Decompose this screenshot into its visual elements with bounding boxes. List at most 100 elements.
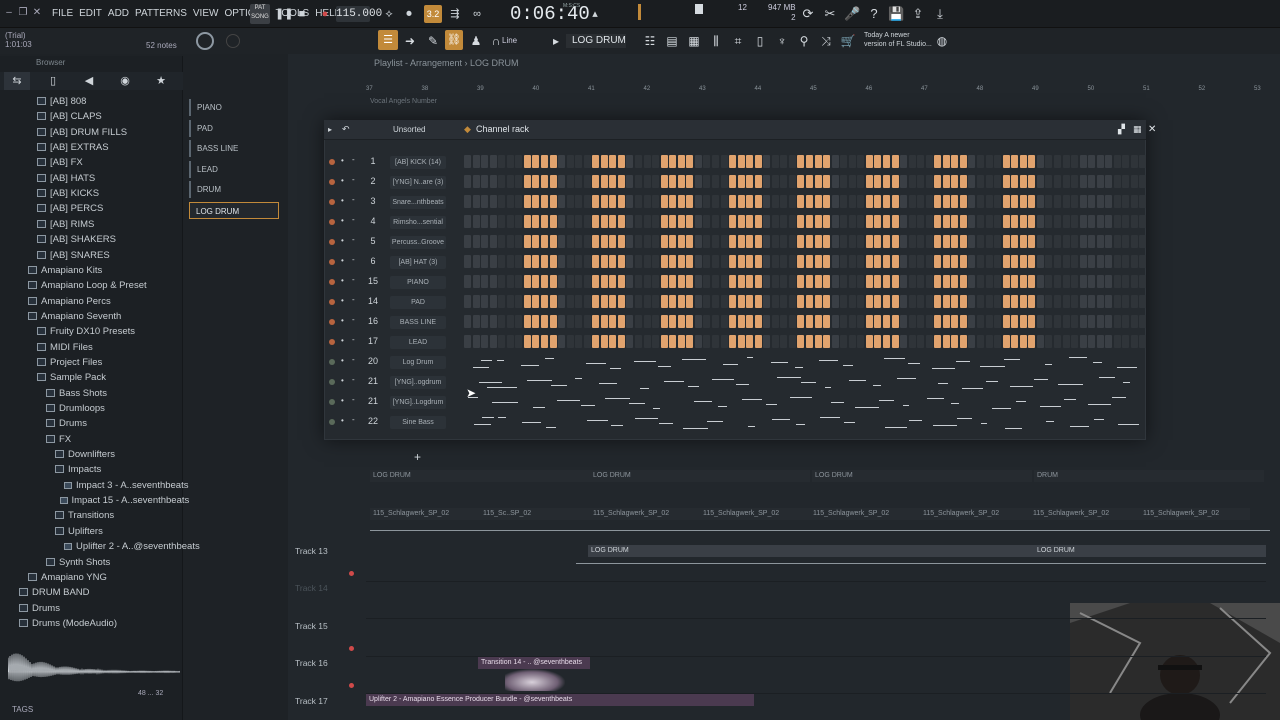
step-button[interactable] [1062,335,1070,348]
step-button[interactable] [481,195,489,208]
step-button[interactable] [848,155,856,168]
step-button[interactable] [865,315,873,328]
step-button[interactable] [711,255,719,268]
mini-piano-roll[interactable] [464,395,1144,409]
step-button[interactable] [1139,175,1147,188]
step-button[interactable] [1045,175,1053,188]
step-button[interactable] [934,295,942,308]
track-record-dot[interactable] [349,683,354,688]
pencil-icon[interactable]: ✎ [425,33,441,49]
step-button[interactable] [720,315,728,328]
browser-item[interactable]: Transitions [55,508,114,523]
step-button[interactable] [840,195,848,208]
step-button[interactable] [985,195,993,208]
channel-mixer-track[interactable]: 16 [364,316,382,326]
step-button[interactable] [891,195,899,208]
step-button[interactable] [1062,275,1070,288]
step-button[interactable] [780,215,788,228]
step-button[interactable] [575,235,583,248]
step-button[interactable] [575,195,583,208]
step-button[interactable] [908,235,916,248]
step-button[interactable] [1096,195,1104,208]
step-button[interactable] [686,235,694,248]
clip-vocal[interactable]: Vocal Angels Number [370,98,437,105]
step-button[interactable] [968,235,976,248]
step-button[interactable] [857,195,865,208]
step-button[interactable] [617,235,625,248]
browser-item[interactable]: [AB] PERCS [37,201,103,216]
step-button[interactable] [677,215,685,228]
step-button[interactable] [1122,195,1130,208]
step-button[interactable] [848,335,856,348]
step-button[interactable] [814,275,822,288]
step-button[interactable] [1122,235,1130,248]
step-button[interactable] [1011,275,1019,288]
step-button[interactable] [609,175,617,188]
step-button[interactable] [1096,155,1104,168]
step-button[interactable] [583,315,591,328]
step-button[interactable] [1036,235,1044,248]
step-button[interactable] [558,255,566,268]
step-button[interactable] [643,335,651,348]
close-rack-icon[interactable]: ✕ [1148,124,1156,135]
step-button[interactable] [729,175,737,188]
step-button[interactable] [1105,215,1113,228]
step-button[interactable] [1036,175,1044,188]
step-button[interactable] [942,175,950,188]
step-button[interactable] [472,195,480,208]
step-button[interactable] [660,235,668,248]
loop-record-icon[interactable]: ⇶ [448,7,462,21]
clip-schlagwerk[interactable]: 115_Schlagwerk_SP_02 [590,508,700,520]
step-button[interactable] [472,335,480,348]
step-button[interactable] [549,295,557,308]
step-button[interactable] [617,255,625,268]
step-button[interactable] [464,215,471,228]
step-button[interactable] [1113,195,1121,208]
step-button[interactable] [498,235,506,248]
step-button[interactable] [763,175,771,188]
step-button[interactable] [891,315,899,328]
step-button[interactable] [763,255,771,268]
record-icon[interactable]: ● [318,7,332,21]
step-button[interactable] [1036,195,1044,208]
step-button[interactable] [711,175,719,188]
step-button[interactable] [1113,315,1121,328]
step-button[interactable] [797,255,805,268]
step-button[interactable] [1028,295,1036,308]
step-button[interactable] [814,235,822,248]
step-button[interactable] [831,315,839,328]
channel-mixer-track[interactable]: 21 [364,376,382,386]
channel-mute-led[interactable] [329,299,335,305]
step-button[interactable] [617,295,625,308]
step-button[interactable] [694,315,702,328]
step-button[interactable] [882,255,890,268]
step-button[interactable] [942,215,950,228]
step-button[interactable] [1113,335,1121,348]
time-display[interactable]: 0:06:40 [510,2,590,26]
step-button[interactable] [558,235,566,248]
step-button[interactable] [746,235,754,248]
step-button[interactable] [600,195,608,208]
step-button[interactable] [900,315,908,328]
step-button[interactable] [711,335,719,348]
step-button[interactable] [823,275,831,288]
step-button[interactable] [746,255,754,268]
touch-keyboard-icon[interactable]: ⤨ [818,33,834,49]
step-button[interactable] [506,335,514,348]
step-button[interactable] [643,235,651,248]
step-button[interactable] [532,315,540,328]
step-button[interactable] [1019,235,1027,248]
graph-icon[interactable]: ▞ [1118,124,1125,135]
step-button[interactable] [626,235,634,248]
step-button[interactable] [583,215,591,228]
undo-icon[interactable]: ↶ [342,124,350,135]
step-button[interactable] [549,235,557,248]
step-button[interactable] [472,175,480,188]
step-button[interactable] [840,155,848,168]
step-button[interactable] [540,315,548,328]
playlist-icon[interactable]: ☷ [642,33,658,49]
step-button[interactable] [660,255,668,268]
channel-mixer-track[interactable]: 5 [364,236,382,246]
step-button[interactable] [917,155,925,168]
step-button[interactable] [951,235,959,248]
